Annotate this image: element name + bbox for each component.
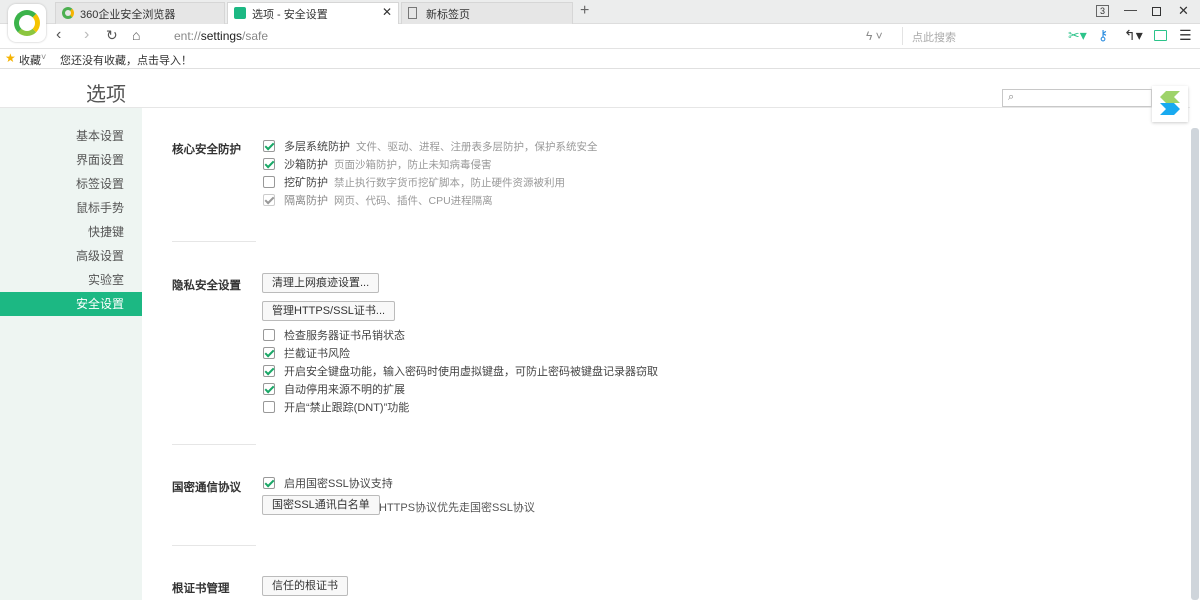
close-tab-icon[interactable]: ✕	[382, 5, 392, 19]
tab-settings[interactable]: 选项 - 安全设置 ✕	[227, 2, 399, 25]
scrollbar[interactable]	[1191, 128, 1199, 600]
search-input[interactable]: 点此搜索	[912, 29, 956, 45]
search-icon: ⌕	[1008, 91, 1015, 103]
checkbox[interactable]	[263, 365, 275, 377]
gm-option[interactable]: 启用国密SSL协议支持	[263, 477, 393, 493]
import-bookmarks-link[interactable]: 您还没有收藏，点击导入！	[60, 52, 192, 68]
browser-logo[interactable]	[8, 4, 46, 42]
trusted-root-certs-button[interactable]: 信任的根证书	[262, 576, 348, 596]
divider	[902, 27, 903, 45]
tab-count-badge[interactable]: 3	[1096, 5, 1109, 17]
section-privacy-label: 隐私安全设置	[172, 280, 241, 292]
core-option-disabled: 隔离防护 网页、代码、插件、CPU进程隔离	[263, 194, 493, 210]
wrench-icon	[234, 7, 246, 19]
clear-traces-button[interactable]: 清理上网痕迹设置...	[262, 273, 380, 293]
tab-browser[interactable]: 360企业安全浏览器	[55, 2, 225, 24]
new-tab-button[interactable]: +	[580, 2, 589, 20]
manage-certs-button[interactable]: 管理HTTPS/SSL证书...	[262, 301, 396, 321]
section-divider	[172, 444, 256, 445]
address-bar-row: ‹ › ↻ ⌂ ent://settings/safe ϟ ˅ 点此搜索 ✂▾ …	[0, 24, 1200, 49]
sidebar-item-security[interactable]: 安全设置	[0, 292, 142, 316]
reload-button[interactable]: ↻	[106, 27, 118, 44]
sidebar-item-basic[interactable]: 基本设置	[0, 124, 142, 148]
checkbox[interactable]	[263, 329, 275, 341]
sidebar-item-tabs[interactable]: 标签设置	[0, 172, 142, 196]
gm-note: HTTPS协议优先走国密SSL协议	[379, 502, 535, 514]
checkbox[interactable]	[263, 347, 275, 359]
360-icon	[62, 7, 74, 19]
tab-new[interactable]: 新标签页	[401, 2, 573, 24]
section-divider	[172, 241, 256, 242]
assistant-logo[interactable]	[1152, 86, 1188, 122]
sidebar: 基本设置 界面设置 标签设置 鼠标手势 快捷键 高级设置 实验室 安全设置	[0, 108, 142, 600]
sidebar-item-shortcuts[interactable]: 快捷键	[0, 220, 142, 244]
key-icon[interactable]: ⚷	[1098, 27, 1108, 44]
url-field[interactable]: ent://settings/safe	[174, 29, 268, 43]
core-option[interactable]: 挖矿防护 禁止执行数字货币挖矿脚本，防止硬件资源被利用	[263, 176, 565, 192]
tab-bar: 360企业安全浏览器 选项 - 安全设置 ✕ 新标签页 + 3 — ✕	[0, 0, 1200, 25]
forward-button[interactable]: ›	[84, 26, 89, 44]
scissors-icon[interactable]: ✂▾	[1068, 27, 1087, 44]
section-divider	[172, 545, 256, 546]
privacy-option[interactable]: 开启“禁止跟踪(DNT)”功能	[263, 401, 409, 417]
checkbox[interactable]	[263, 383, 275, 395]
privacy-option[interactable]: 拦截证书风险	[263, 347, 350, 363]
section-gm-label: 国密通信协议	[172, 482, 241, 494]
checkbox	[263, 194, 275, 206]
star-icon: ★	[5, 51, 16, 65]
checkbox[interactable]	[263, 140, 275, 152]
menu-icon[interactable]: ☰	[1179, 27, 1192, 44]
settings-search-input[interactable]: ⌕	[1002, 89, 1152, 107]
sidebar-item-ui[interactable]: 界面设置	[0, 148, 142, 172]
close-window-button[interactable]: ✕	[1178, 3, 1189, 19]
header-divider	[0, 107, 1190, 108]
core-option[interactable]: 多层系统防护 文件、驱动、进程、注册表多层防护，保护系统安全	[263, 140, 598, 156]
privacy-option[interactable]: 开启安全键盘功能，输入密码时使用虚拟键盘，可防止密码被键盘记录器窃取	[263, 365, 658, 381]
privacy-option[interactable]: 自动停用来源不明的扩展	[263, 383, 405, 399]
gm-whitelist-button[interactable]: 国密SSL通讯白名单	[262, 495, 380, 515]
speed-mode-icon[interactable]: ϟ ˅	[866, 29, 883, 43]
chevron-down-icon[interactable]: ˅	[41, 52, 46, 62]
minimize-button[interactable]: —	[1124, 2, 1137, 17]
restore-button[interactable]	[1152, 7, 1161, 16]
home-button[interactable]: ⌂	[132, 27, 140, 43]
section-core-label: 核心安全防护	[172, 144, 241, 156]
sidebar-item-gestures[interactable]: 鼠标手势	[0, 196, 142, 220]
page-title: 选项	[86, 84, 126, 106]
checkbox[interactable]	[263, 401, 275, 413]
checkbox[interactable]	[263, 158, 275, 170]
undo-icon[interactable]: ↰▾	[1124, 27, 1143, 44]
bookmarks-bar: ★ 收藏 ˅ 您还没有收藏，点击导入！	[0, 49, 1200, 69]
section-root-label: 根证书管理	[172, 583, 230, 595]
core-option[interactable]: 沙箱防护 页面沙箱防护，防止未知病毒侵害	[263, 158, 492, 174]
bookmarks-menu[interactable]: 收藏	[19, 52, 41, 68]
checkbox[interactable]	[263, 176, 275, 188]
checkbox[interactable]	[263, 477, 275, 489]
comment-icon[interactable]	[1154, 30, 1167, 41]
sidebar-item-lab[interactable]: 实验室	[0, 268, 142, 292]
privacy-option[interactable]: 检查服务器证书吊销状态	[263, 329, 405, 345]
back-button[interactable]: ‹	[56, 26, 61, 44]
sidebar-item-advanced[interactable]: 高级设置	[0, 244, 142, 268]
page-icon	[408, 7, 417, 19]
